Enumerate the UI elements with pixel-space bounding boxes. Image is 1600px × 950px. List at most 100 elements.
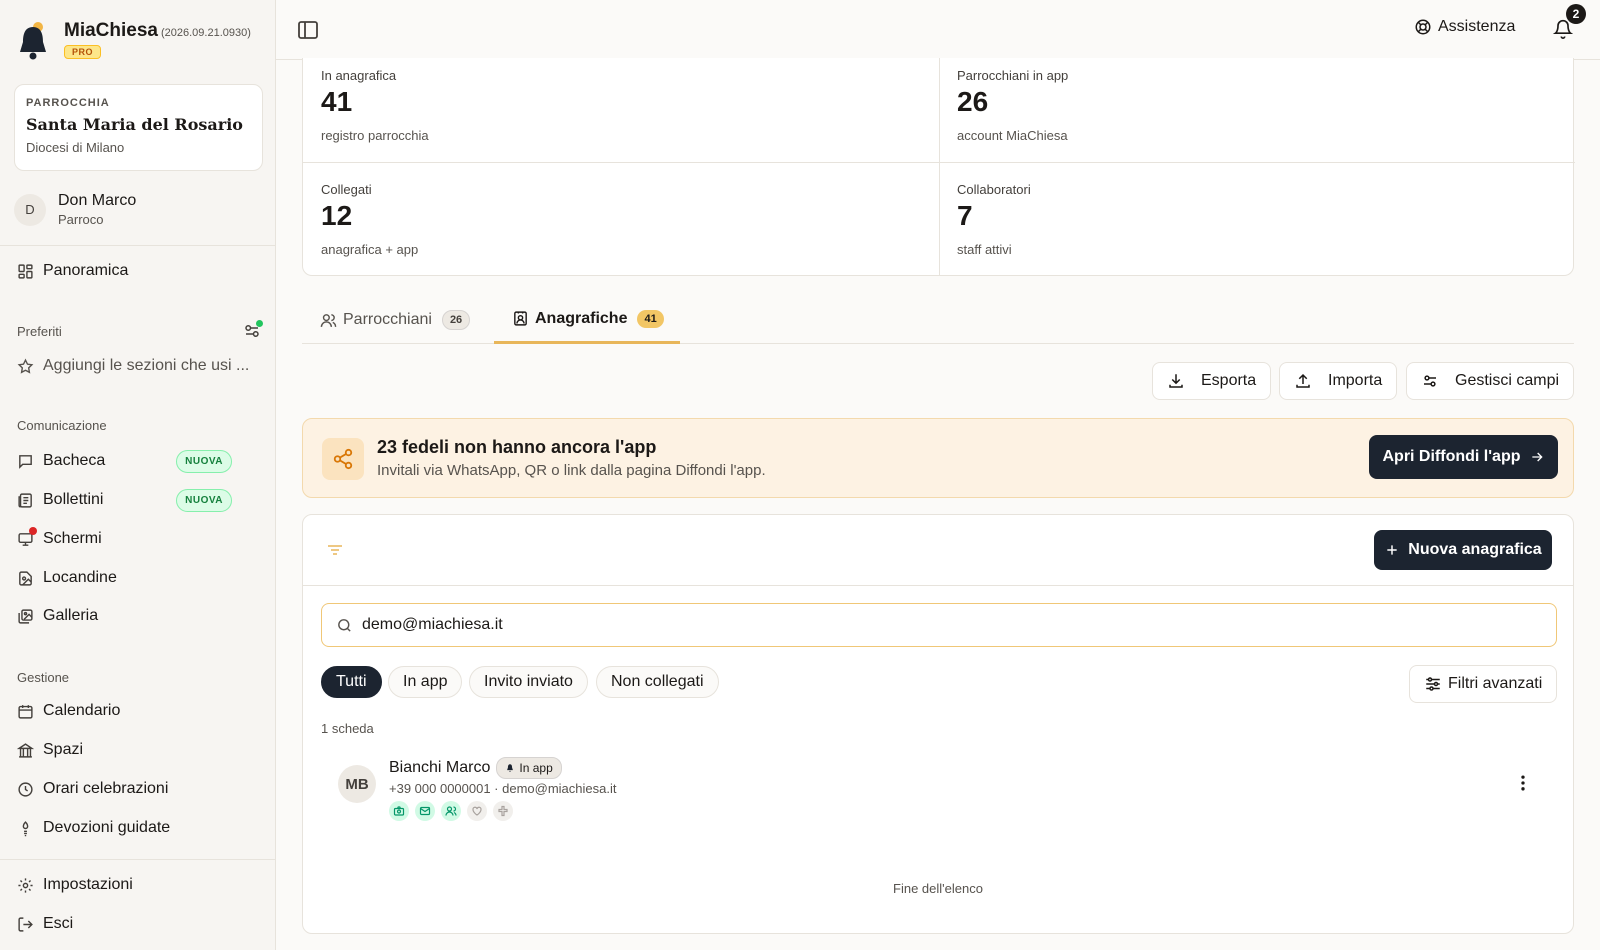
tab-parrocchiani[interactable]: Parrocchiani 26	[320, 296, 471, 344]
tab-label: Anagrafiche	[535, 309, 628, 327]
banner-title: 23 fedeli non hanno ancora l'app	[377, 437, 657, 457]
cross-icon	[493, 801, 513, 821]
stat-parrocchiani-in-app: Parrocchiani in app 26 account MiaChiesa	[939, 58, 1575, 167]
parish-diocese: Diocesi di Milano	[26, 140, 125, 155]
panel-divider	[303, 585, 1573, 586]
more-vertical-icon[interactable]	[1513, 773, 1533, 793]
sidebar-item-bacheca[interactable]: Bacheca NUOVA	[16, 448, 262, 474]
stat-sub: account MiaChiesa	[957, 128, 1068, 143]
help-button[interactable]: Assistenza	[1414, 18, 1515, 36]
heart-handshake-icon	[467, 801, 487, 821]
sidebar-item-devozioni[interactable]: Devozioni guidate	[16, 815, 262, 841]
filter-chip-tutti[interactable]: Tutti	[321, 666, 382, 698]
search-input[interactable]	[362, 616, 1462, 634]
status-badge-label: In app	[519, 761, 553, 775]
images-icon	[16, 607, 34, 625]
record-name: Bianchi Marco	[389, 759, 491, 776]
sidebar-item-label: Schermi	[43, 530, 102, 547]
sidebar-item-impostazioni[interactable]: Impostazioni	[16, 872, 262, 898]
sidebar-divider	[0, 245, 276, 246]
stat-sub: registro parrocchia	[321, 128, 429, 143]
stat-in-anagrafica: In anagrafica 41 registro parrocchia	[303, 58, 939, 167]
stat-label: Parrocchiani in app	[957, 68, 1069, 83]
record-badges	[389, 801, 519, 821]
advanced-filters-label: Filtri avanzati	[1448, 675, 1543, 692]
avatar: MB	[338, 765, 376, 803]
gear-icon	[16, 876, 34, 894]
export-button[interactable]: Esporta	[1152, 362, 1272, 400]
filter-chip-non-collegati[interactable]: Non collegati	[596, 666, 719, 698]
plan-badge: PRO	[64, 45, 102, 59]
section-label-communication: Comunicazione	[17, 418, 107, 433]
bell-icon	[507, 764, 514, 772]
sidebar-item-add-favorites[interactable]: Aggiungi le sezioni che usi ...	[16, 353, 262, 379]
stat-value: 7	[957, 200, 973, 231]
new-badge: NUOVA	[176, 449, 232, 473]
filter-chip-in-app[interactable]: In app	[388, 666, 463, 698]
app-invite-banner: 23 fedeli non hanno ancora l'app Invital…	[302, 418, 1574, 498]
sidebar-item-label: Locandine	[43, 569, 117, 586]
sidebar-item-galleria[interactable]: Galleria	[16, 603, 262, 629]
status-badge: In app	[496, 757, 562, 779]
mail-icon	[415, 801, 435, 821]
app-name: MiaChiesa	[64, 20, 158, 41]
parish-card[interactable]: PARROCCHIA Santa Maria del Rosario Dioce…	[14, 84, 263, 171]
candle-icon	[16, 819, 34, 837]
stat-label: Collegati	[321, 182, 372, 197]
share-icon	[322, 438, 364, 480]
section-label-management: Gestione	[17, 670, 70, 685]
records-panel: Nuova anagrafica Tutti In app Invito inv…	[302, 514, 1574, 934]
new-record-button[interactable]: Nuova anagrafica	[1374, 530, 1552, 570]
alert-dot	[29, 527, 37, 535]
landmark-icon	[16, 741, 34, 759]
stat-sub: anagrafica + app	[321, 242, 419, 257]
new-badge: NUOVA	[176, 488, 232, 512]
filter-chip-invito-inviato[interactable]: Invito inviato	[469, 666, 588, 698]
brand[interactable]: MiaChiesa (2026.09.21.0930) PRO	[16, 20, 251, 60]
sidebar: MiaChiesa (2026.09.21.0930) PRO PARROCCHI…	[0, 0, 276, 950]
search-icon	[338, 618, 351, 632]
open-share-app-button[interactable]: Apri Diffondi l'app	[1369, 435, 1558, 479]
toggle-sidebar-icon[interactable]	[298, 21, 318, 39]
sidebar-item-label: Panoramica	[43, 262, 129, 279]
parish-kicker: PARROCCHIA	[26, 97, 110, 109]
sidebar-item-calendario[interactable]: Calendario	[16, 698, 262, 724]
customize-favorites-icon[interactable]	[243, 320, 263, 340]
advanced-filters-button[interactable]: Filtri avanzati	[1409, 665, 1558, 703]
sidebar-item-label: Calendario	[43, 702, 121, 719]
export-label: Esporta	[1201, 372, 1257, 389]
list-item[interactable]: MB Bianchi Marco In app +39 000 0000001 …	[321, 751, 1557, 831]
search-field[interactable]	[321, 603, 1557, 647]
sidebar-item-label: Esci	[43, 915, 74, 932]
sidebar-item-label: Bollettini	[43, 491, 104, 508]
sidebar-item-panoramica[interactable]: Panoramica	[16, 258, 262, 284]
user-profile[interactable]: D Don Marco Parroco	[14, 192, 136, 227]
sidebar-item-label: Aggiungi le sezioni che usi ...	[43, 357, 250, 374]
stat-sub: staff attivi	[957, 242, 1012, 257]
tab-label: Parrocchiani	[343, 311, 432, 328]
sliders-horizontal-icon	[1426, 677, 1440, 691]
app-version: (2026.09.21.0930)	[160, 27, 251, 39]
arrow-right-icon	[1531, 452, 1543, 462]
sidebar-item-spazi[interactable]: Spazi	[16, 737, 262, 763]
sidebar-item-label: Devozioni guidate	[43, 819, 171, 836]
users-icon	[441, 801, 461, 821]
contact-card-icon	[514, 311, 527, 326]
manage-fields-button[interactable]: Gestisci campi	[1406, 362, 1575, 400]
sidebar-item-orari[interactable]: Orari celebrazioni	[16, 776, 262, 802]
stats-panel: In anagrafica 41 registro parrocchia Par…	[302, 58, 1575, 276]
monitor-icon	[16, 527, 37, 548]
bell-logo-icon	[16, 20, 50, 60]
import-button[interactable]: Importa	[1279, 362, 1398, 400]
lifebuoy-icon	[1415, 19, 1431, 35]
sidebar-item-locandine[interactable]: Locandine	[16, 565, 262, 591]
sidebar-item-bollettini[interactable]: Bollettini NUOVA	[16, 487, 262, 513]
tab-anagrafiche[interactable]: Anagrafiche 41	[494, 296, 680, 344]
tab-bar: Parrocchiani 26 Anagrafiche 41	[302, 296, 1574, 344]
stat-collegati: Collegati 12 anagrafica + app	[303, 172, 939, 281]
sidebar-item-schermi[interactable]: Schermi	[16, 526, 262, 552]
record-contact: +39 000 0000001 · demo@miachiesa.it	[389, 781, 617, 796]
stat-value: 26	[957, 86, 989, 117]
sidebar-item-logout[interactable]: Esci	[16, 911, 262, 937]
filter-lines-icon[interactable]	[326, 542, 344, 558]
